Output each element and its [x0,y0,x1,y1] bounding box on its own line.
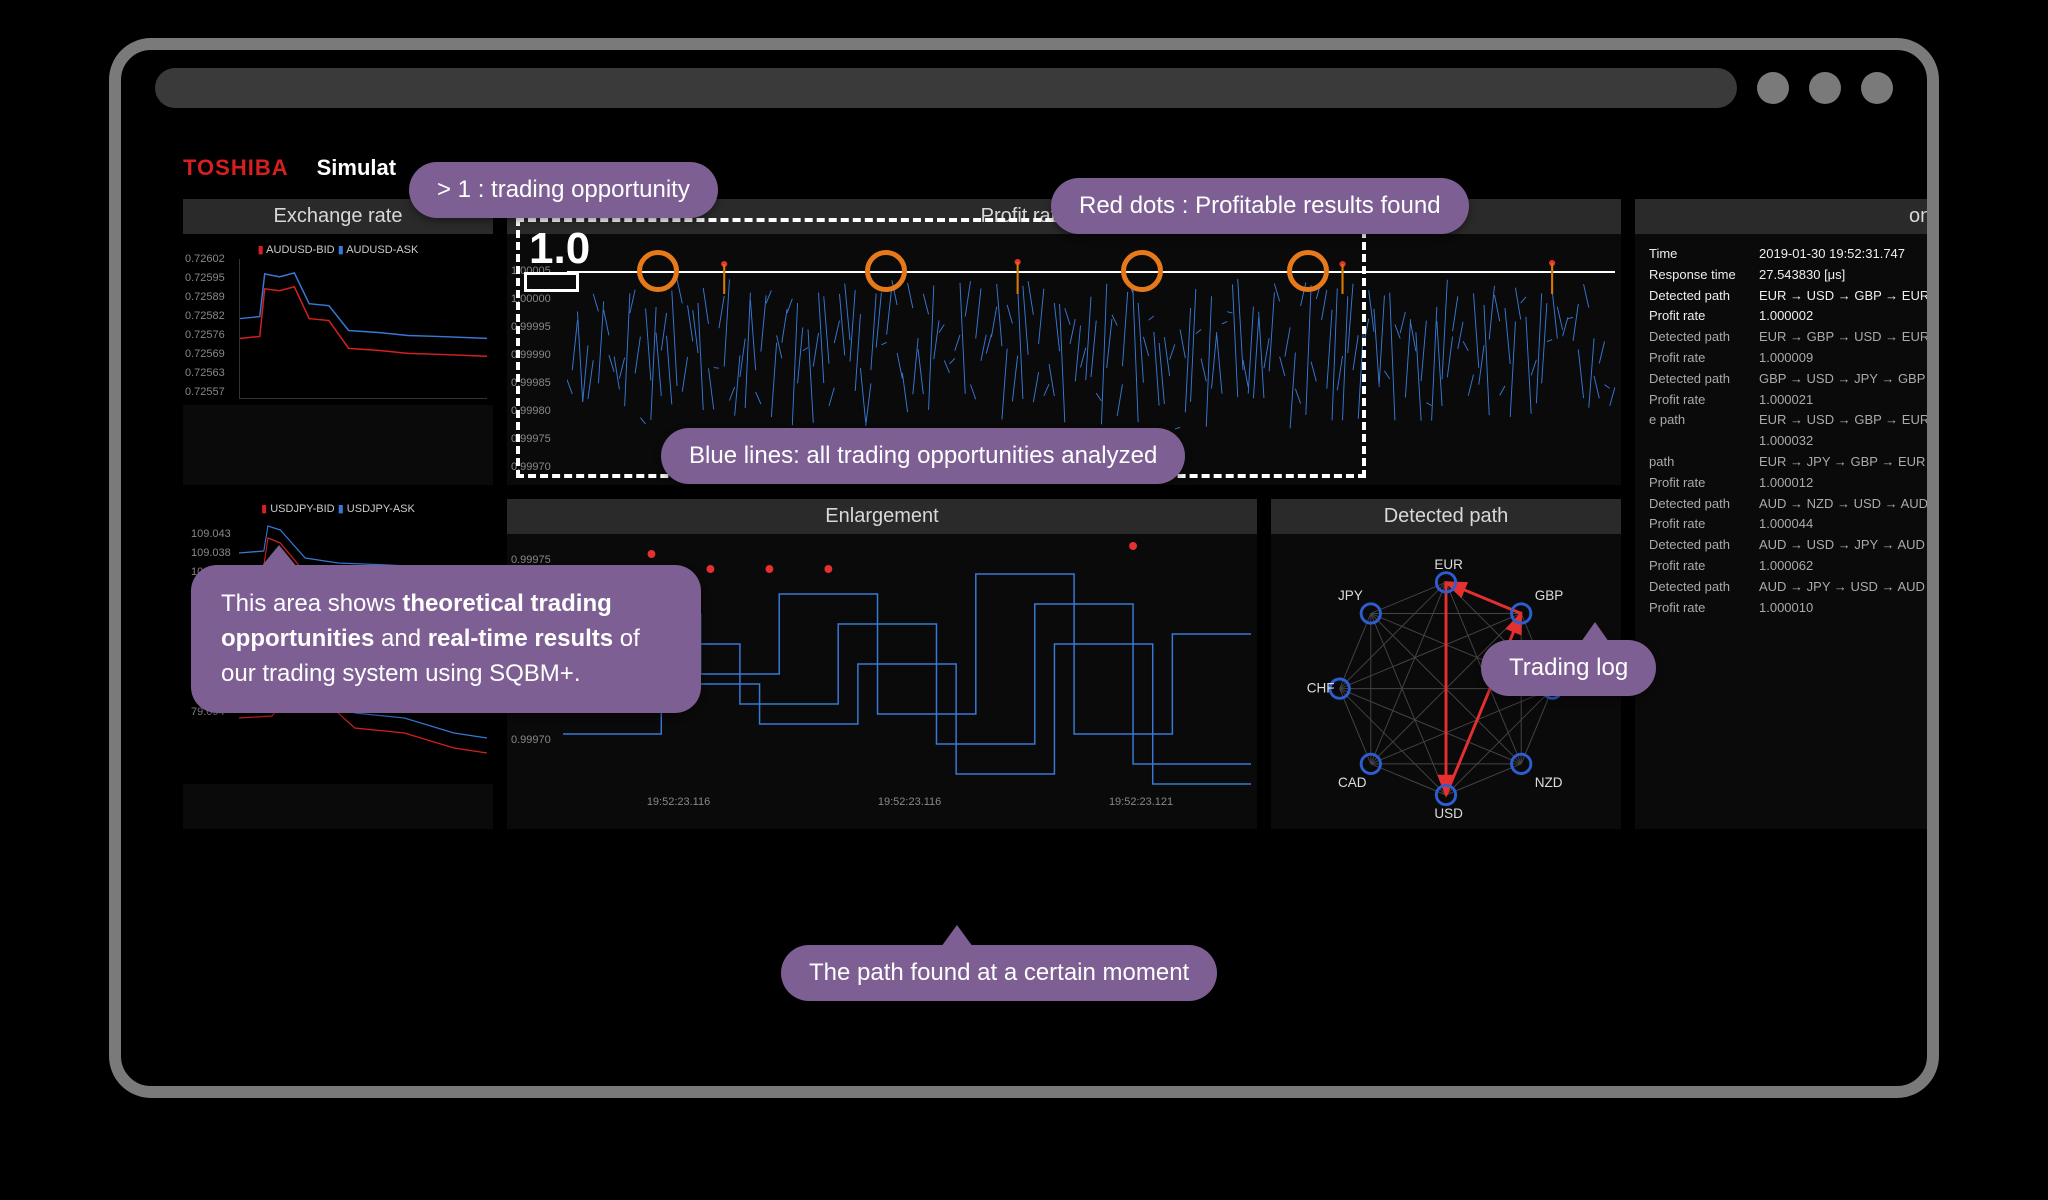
y-axis-ticks: 1.000051.000000.999950.999900.999850.999… [511,262,551,486]
information-panel: on Time2019-01-30 19:52:31.747Response t… [1635,199,1939,829]
panel-title: Detected path [1271,499,1621,534]
x-axis-ticks: 19:52:23.11619:52:23.11619:52:23.121 [507,794,1257,808]
svg-text:NZD: NZD [1535,775,1563,790]
panel-title: Enlargement [507,499,1257,534]
browser-frame: TOSHIBA Simulat Exchange rate ▮ AUDUSD-B… [109,38,1939,1098]
chart-legend: ▮ AUDUSD-BID ▮ AUDUSD-ASK [189,240,487,259]
legend-bid: AUDUSD-BID [266,244,334,256]
callout-path-found: The path found at a certain moment [781,945,1217,1001]
callout-red-dots: Red dots : Profitable results found [1051,178,1469,234]
svg-text:GBP: GBP [1535,588,1564,603]
highlight-circle-icon [637,250,679,292]
y-axis-ticks: 0.726020.725950.725890.725820.725760.725… [185,252,225,404]
svg-text:USD: USD [1434,806,1463,821]
chart-legend: ▮ USDJPY-BID ▮ USDJPY-ASK [189,499,487,518]
panel-title: on [1635,199,1939,234]
svg-text:EUR: EUR [1434,557,1463,572]
threshold-label: 1.0 [529,224,590,274]
app-title: Simulat [317,155,396,181]
legend-ask: USDJPY-ASK [347,503,415,515]
highlight-circle-icon [1287,250,1329,292]
info-log: Time2019-01-30 19:52:31.747Response time… [1635,234,1939,628]
address-bar[interactable] [155,68,1737,108]
highlight-circle-icon [865,250,907,292]
browser-topbar [121,50,1927,125]
svg-text:CHF: CHF [1307,681,1335,696]
line-chart [239,259,487,399]
threshold-marker [524,272,579,292]
callout-description: This area shows theoretical trading oppo… [191,565,701,713]
exchange-rate-panel: Exchange rate ▮ AUDUSD-BID ▮ AUDUSD-ASK … [183,199,493,485]
callout-trading-opportunity: > 1 : trading opportunity [409,162,718,218]
callout-text: This area shows [221,590,402,617]
dashboard-grid: Exchange rate ▮ AUDUSD-BID ▮ AUDUSD-ASK … [161,191,1887,837]
callout-trading-log: Trading log [1481,640,1656,696]
legend-bid: USDJPY-BID [270,503,334,515]
chart-body: ▮ AUDUSD-BID ▮ AUDUSD-ASK 0.726020.72595… [183,234,493,405]
callout-blue-lines: Blue lines: all trading opportunities an… [661,428,1185,484]
legend-ask: AUDUSD-ASK [346,244,418,256]
window-control-icon[interactable] [1809,72,1841,104]
brand-logo: TOSHIBA [183,155,289,181]
svg-text:CAD: CAD [1338,775,1367,790]
window-control-icon[interactable] [1757,72,1789,104]
window-control-icon[interactable] [1861,72,1893,104]
callout-text: and [374,625,427,652]
svg-text:JPY: JPY [1338,588,1363,603]
callout-text-bold: real-time results [428,625,613,652]
highlight-circle-icon [1121,250,1163,292]
